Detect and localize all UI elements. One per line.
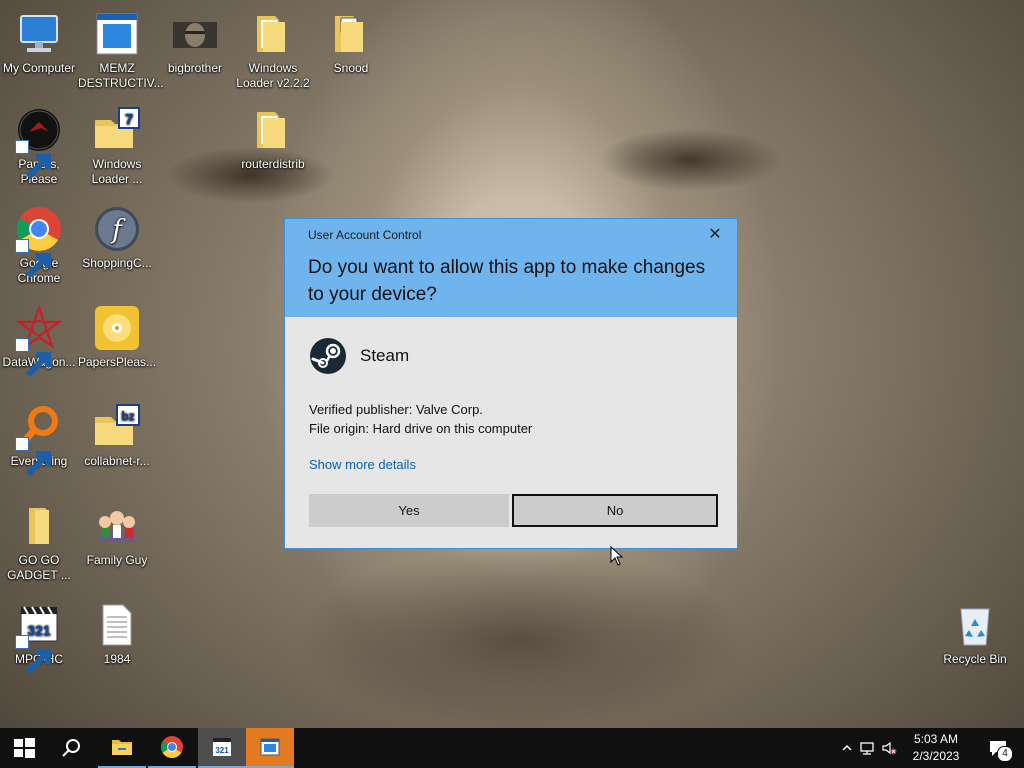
photo-icon: [171, 10, 219, 58]
desktop-icon-routerdistrib[interactable]: routerdistrib: [234, 106, 312, 172]
desktop-icon-label: PapersPleas...: [78, 355, 157, 369]
show-more-details-link[interactable]: Show more details: [309, 457, 416, 472]
steam-icon: [309, 337, 347, 375]
desktop-icon-collabnet[interactable]: bz collabnet-r...: [78, 403, 156, 469]
desktop-icon-label: MEMZ DESTRUCTIV...: [78, 61, 164, 90]
desktop-icon-label: routerdistrib: [241, 157, 305, 171]
volume-muted-icon[interactable]: [878, 728, 900, 768]
desktop-icon-shopping[interactable]: f ShoppingC...: [78, 205, 156, 271]
taskbar-mpc-hc[interactable]: 321: [198, 728, 246, 768]
shortcut-arrow-icon: [15, 338, 51, 378]
desktop-icon-label: GO GO GADGET ...: [7, 553, 71, 582]
shortcut-arrow-icon: [15, 140, 51, 180]
mpc-hc-icon: 321: [15, 601, 63, 675]
family-guy-icon: [93, 502, 141, 550]
taskbar-search-button[interactable]: [48, 728, 96, 768]
desktop-icon-1984[interactable]: 1984: [78, 601, 156, 667]
text-file-icon: [93, 601, 141, 649]
no-button[interactable]: No: [512, 494, 718, 527]
svg-text:321: 321: [215, 746, 229, 755]
desktop-icon-label: Family Guy: [86, 553, 148, 567]
desktop-icon-my-computer[interactable]: My Computer: [0, 10, 78, 76]
desktop-icon-papers-please[interactable]: Papers, Please: [0, 106, 78, 187]
uac-caption: User Account Control: [308, 228, 422, 242]
shortcut-arrow-icon: [15, 635, 51, 675]
bz-folder-icon: bz: [93, 403, 141, 451]
yes-button[interactable]: Yes: [309, 494, 509, 527]
desktop-icon-snood[interactable]: Snood: [312, 10, 390, 76]
chevron-up-icon[interactable]: [838, 728, 856, 768]
desktop-icon-everything[interactable]: Everything: [0, 403, 78, 477]
clock-date: 2/3/2023: [912, 749, 960, 763]
mouse-cursor-icon: [610, 545, 624, 566]
network-icon[interactable]: [856, 728, 878, 768]
desktop-icon-recycle-bin[interactable]: Recycle Bin: [936, 601, 1014, 667]
svg-text:bz: bz: [121, 409, 134, 423]
desktop-icon-memz[interactable]: MEMZ DESTRUCTIV...: [78, 10, 164, 91]
publisher-info: Verified publisher: Valve Corp. File ori…: [309, 400, 532, 438]
mpc-hc-icon: 321: [213, 738, 231, 756]
desktop-icon-datawagon[interactable]: DataWagon...: [0, 304, 78, 378]
taskbar-clock[interactable]: 5:03 AM 2/3/2023: [906, 731, 966, 765]
folder-icon: [249, 106, 297, 154]
close-icon[interactable]: ✕: [707, 227, 723, 243]
taskbar: 321 5:03 AM 2/3/2023 4: [0, 728, 1024, 768]
desktop-icon-bigbrother[interactable]: bigbrother: [156, 10, 234, 76]
app-name: Steam: [360, 346, 410, 365]
papers-please-icon: [15, 106, 63, 180]
uac-question: Do you want to allow this app to make ch…: [308, 257, 706, 305]
disc-icon: [93, 304, 141, 352]
system-tray: [838, 728, 900, 768]
search-icon: [15, 403, 63, 477]
notification-icon: 4: [988, 738, 1013, 762]
notification-count-badge: 4: [997, 746, 1013, 762]
uac-header: User Account Control ✕ Do you want to al…: [285, 219, 737, 317]
desktop-icon-windows-loader-zip[interactable]: 7 Windows Loader ...: [78, 106, 156, 187]
desktop-icon-google-chrome[interactable]: Google Chrome: [0, 205, 78, 286]
taskbar-file-explorer[interactable]: [98, 728, 146, 768]
memz-icon: [93, 10, 141, 58]
desktop-icon-go-go-gadget[interactable]: GO GO GADGET ...: [0, 502, 78, 583]
taskbar-chrome[interactable]: [148, 728, 196, 768]
folder-icon: [327, 10, 375, 58]
shortcut-arrow-icon: [15, 437, 51, 477]
svg-text:7: 7: [125, 111, 133, 128]
taskbar-app-window[interactable]: [246, 728, 294, 768]
uac-dialog: User Account Control ✕ Do you want to al…: [284, 218, 738, 549]
desktop-icon-label: collabnet-r...: [84, 454, 150, 468]
desktop-icon-label: Windows Loader ...: [91, 157, 143, 186]
shortcut-arrow-icon: [15, 239, 51, 279]
desktop-icon-label: My Computer: [2, 61, 76, 75]
recycle-bin-icon: [951, 601, 999, 649]
zip-folder-icon: 7: [93, 106, 141, 154]
datawagon-icon: [15, 304, 63, 378]
desktop-icon-label: Recycle Bin: [943, 652, 1007, 666]
origin-text: File origin: Hard drive on this computer: [309, 421, 533, 436]
file-explorer-icon: [112, 740, 132, 755]
chrome-icon: [161, 736, 183, 758]
desktop-icon-label: Snood: [333, 61, 369, 75]
desktop-icon-paperspleas[interactable]: PapersPleas...: [78, 304, 156, 370]
desktop-icon-label: Windows Loader v2.2.2: [236, 61, 310, 90]
folder-icon: [249, 10, 297, 58]
start-button[interactable]: [0, 728, 48, 768]
desktop-icon-family-guy[interactable]: Family Guy: [78, 502, 156, 568]
flash-icon: f: [93, 205, 141, 253]
search-icon: [62, 739, 80, 757]
desktop-icon-windows-loader-folder[interactable]: Windows Loader v2.2.2: [234, 10, 312, 91]
computer-icon: [15, 10, 63, 58]
desktop-icon-label: 1984: [103, 652, 131, 666]
desktop-icon-label: bigbrother: [167, 61, 223, 75]
chrome-icon: [15, 205, 63, 279]
start-icon: [14, 738, 35, 758]
publisher-text: Verified publisher: Valve Corp.: [309, 402, 483, 417]
desktop-icon-mpc-hc[interactable]: 321 MPC-HC: [0, 601, 78, 675]
desktop-icon-label: ShoppingC...: [82, 256, 152, 270]
app-row: Steam: [309, 337, 409, 375]
app-window-icon: [260, 738, 280, 756]
action-center-button[interactable]: 4: [978, 728, 1018, 768]
folder-icon: [15, 502, 63, 550]
clock-time: 5:03 AM: [913, 732, 959, 746]
